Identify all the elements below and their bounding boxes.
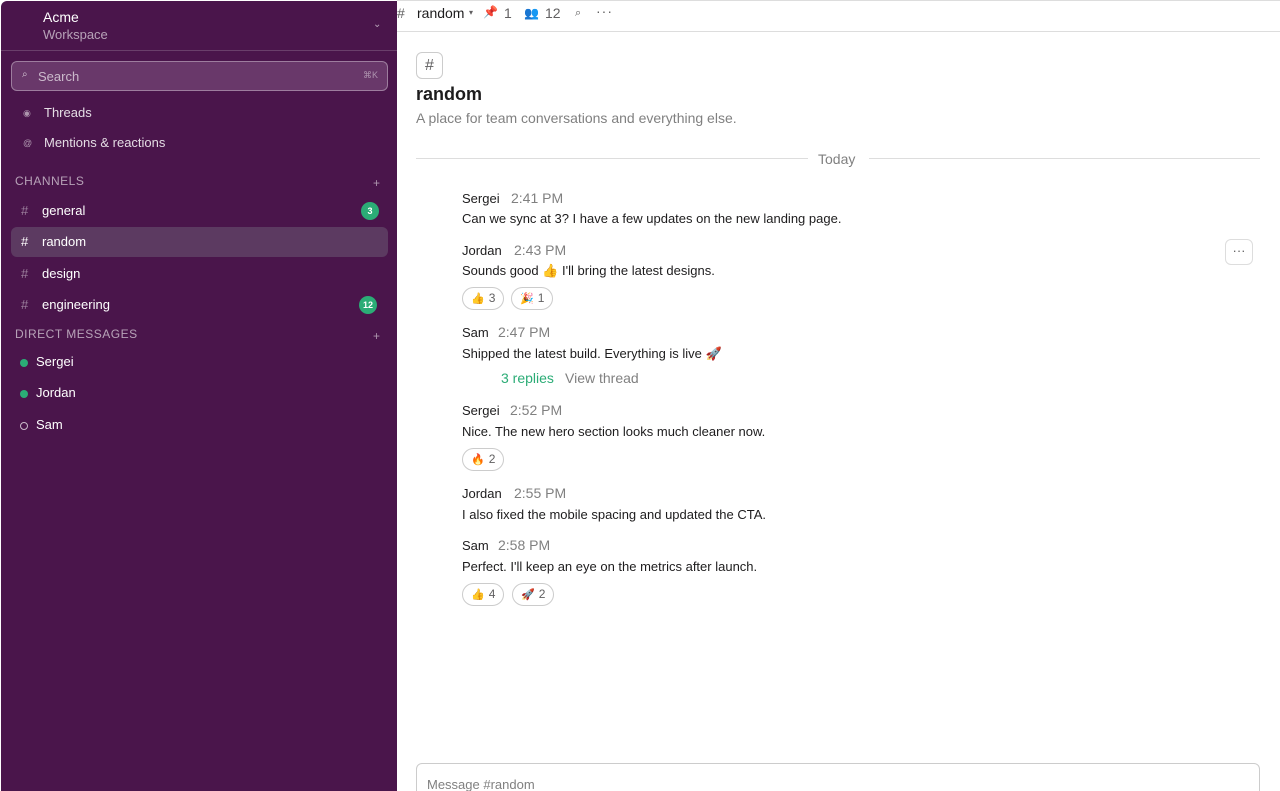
chevron-down-icon[interactable]: ▾ [469, 8, 473, 17]
presence-online-icon [20, 359, 28, 367]
fire-icon: 🔥 [471, 454, 485, 466]
date-divider-label: Today [818, 151, 856, 167]
message-input-placeholder: Message #random [427, 777, 535, 791]
dm-label: Sergei [36, 354, 74, 369]
reaction-pill[interactable]: 🚀 2 [512, 583, 555, 606]
add-dm-icon[interactable]: + [373, 329, 380, 343]
search-input[interactable]: ⌕ Search ⌘K [11, 61, 388, 91]
message-time[interactable]: 2:55 PM [514, 485, 566, 501]
message-text: Nice. The new hero section looks much cl… [462, 424, 766, 439]
sidebar-item-sergei[interactable]: Sergei [1, 350, 397, 376]
message-author[interactable]: Jordan [462, 243, 502, 258]
hash-icon: # [21, 203, 29, 218]
presence-away-icon [20, 422, 28, 430]
message-author[interactable]: Sergei [462, 191, 500, 206]
sidebar-item-design[interactable]: # design [11, 259, 388, 289]
sidebar-item-engineering[interactable]: # engineering 12 [11, 290, 388, 320]
member-count[interactable]: 12 [545, 5, 561, 21]
dm-label: Jordan [36, 385, 76, 400]
pin-count[interactable]: 1 [504, 5, 512, 21]
workspace-header[interactable]: Acme Workspace ⌄ [1, 1, 397, 51]
reaction-count: 1 [537, 291, 545, 305]
message-author[interactable]: Sergei [462, 403, 500, 418]
thumbs-up-icon: 👍 [471, 589, 485, 601]
channel-label: engineering [42, 297, 110, 312]
channel-header: # random ▾ 📌 1 👥 12 ⌕ ··· [397, 0, 1280, 32]
divider [416, 158, 808, 159]
message-text: Can we sync at 3? I have a few updates o… [462, 211, 842, 226]
message-time[interactable]: 2:52 PM [510, 402, 562, 418]
rocket-icon: 🚀 [521, 589, 535, 601]
presence-online-icon [20, 390, 28, 398]
more-icon[interactable]: ··· [596, 3, 613, 19]
pin-icon[interactable]: 📌 [483, 5, 498, 19]
hash-icon: # [21, 266, 29, 281]
nav-item-mentions[interactable]: @ Mentions & reactions [1, 131, 397, 157]
message-text: Perfect. I'll keep an eye on the metrics… [462, 559, 758, 574]
reaction-pill[interactable]: 👍 4 [462, 583, 505, 606]
nav-item-label: Mentions & reactions [44, 135, 166, 150]
reaction-pill[interactable]: 🔥 2 [462, 448, 505, 471]
message-text: I also fixed the mobile spacing and upda… [462, 507, 767, 522]
message-author[interactable]: Jordan [462, 486, 502, 501]
sidebar-item-sam[interactable]: Sam [1, 413, 397, 439]
mentions-icon: @ [23, 138, 33, 148]
message-author[interactable]: Sam [462, 538, 489, 553]
message-actions-button[interactable]: ··· [1225, 239, 1253, 265]
chevron-down-icon[interactable]: ⌄ [373, 19, 381, 30]
unread-badge: 3 [361, 202, 379, 220]
reaction-count: 2 [538, 587, 546, 601]
unread-badge: 12 [359, 296, 378, 314]
view-thread-link[interactable]: View thread [565, 370, 639, 386]
channels-section-title[interactable]: CHANNELS [15, 174, 84, 188]
reaction-count: 2 [488, 452, 496, 466]
workspace-subtitle: Workspace [43, 27, 108, 42]
channel-intro-icon: # [416, 52, 443, 79]
sidebar: Acme Workspace ⌄ ⌕ Search ⌘K ◉ Threads @… [1, 1, 397, 791]
message-time[interactable]: 2:47 PM [498, 324, 550, 340]
search-icon[interactable]: ⌕ [575, 7, 581, 20]
divider [869, 158, 1260, 159]
nav-item-label: Threads [44, 105, 92, 120]
search-icon: ⌕ [22, 69, 28, 80]
dm-label: Sam [36, 417, 63, 432]
channel-label: general [42, 203, 86, 218]
message-input[interactable]: Message #random [416, 763, 1260, 791]
message-time[interactable]: 2:41 PM [511, 190, 563, 206]
reaction-count: 4 [488, 587, 496, 601]
thread-replies-link[interactable]: 3 replies [501, 370, 554, 386]
add-channel-icon[interactable]: + [373, 176, 380, 190]
reaction-pill[interactable]: 👍 3 [462, 287, 505, 310]
hash-icon: # [21, 297, 29, 312]
channel-description: A place for team conversations and every… [416, 110, 737, 126]
message-time[interactable]: 2:58 PM [498, 537, 550, 553]
channel-name-button[interactable]: random [417, 5, 464, 21]
threads-icon: ◉ [23, 108, 31, 118]
message-text: Sounds good 👍 I'll bring the latest desi… [462, 263, 715, 278]
message-author[interactable]: Sam [462, 325, 489, 340]
message-time[interactable]: 2:43 PM [514, 242, 566, 258]
nav-item-threads[interactable]: ◉ Threads [1, 101, 397, 127]
sidebar-item-random[interactable]: # random [11, 227, 388, 257]
page-title: random [416, 84, 483, 104]
hash-icon: # [21, 234, 29, 249]
thumbs-up-icon: 👍 [471, 293, 485, 305]
channel-label: design [42, 266, 81, 281]
search-shortcut: ⌘K [362, 70, 378, 80]
party-icon: 🎉 [520, 293, 534, 305]
reaction-pill[interactable]: 🎉 1 [511, 287, 554, 310]
message-text: Shipped the latest build. Everything is … [462, 346, 722, 361]
members-icon[interactable]: 👥 [524, 6, 539, 20]
sidebar-item-jordan[interactable]: Jordan [1, 381, 397, 407]
search-placeholder: Search [38, 69, 80, 84]
channel-label: random [42, 234, 87, 249]
direct-messages-section-title[interactable]: DIRECT MESSAGES [15, 327, 138, 341]
workspace-name: Acme [43, 9, 79, 25]
hash-icon: # [397, 5, 405, 21]
sidebar-item-general[interactable]: # general 3 [11, 196, 388, 226]
reaction-count: 3 [488, 291, 496, 305]
